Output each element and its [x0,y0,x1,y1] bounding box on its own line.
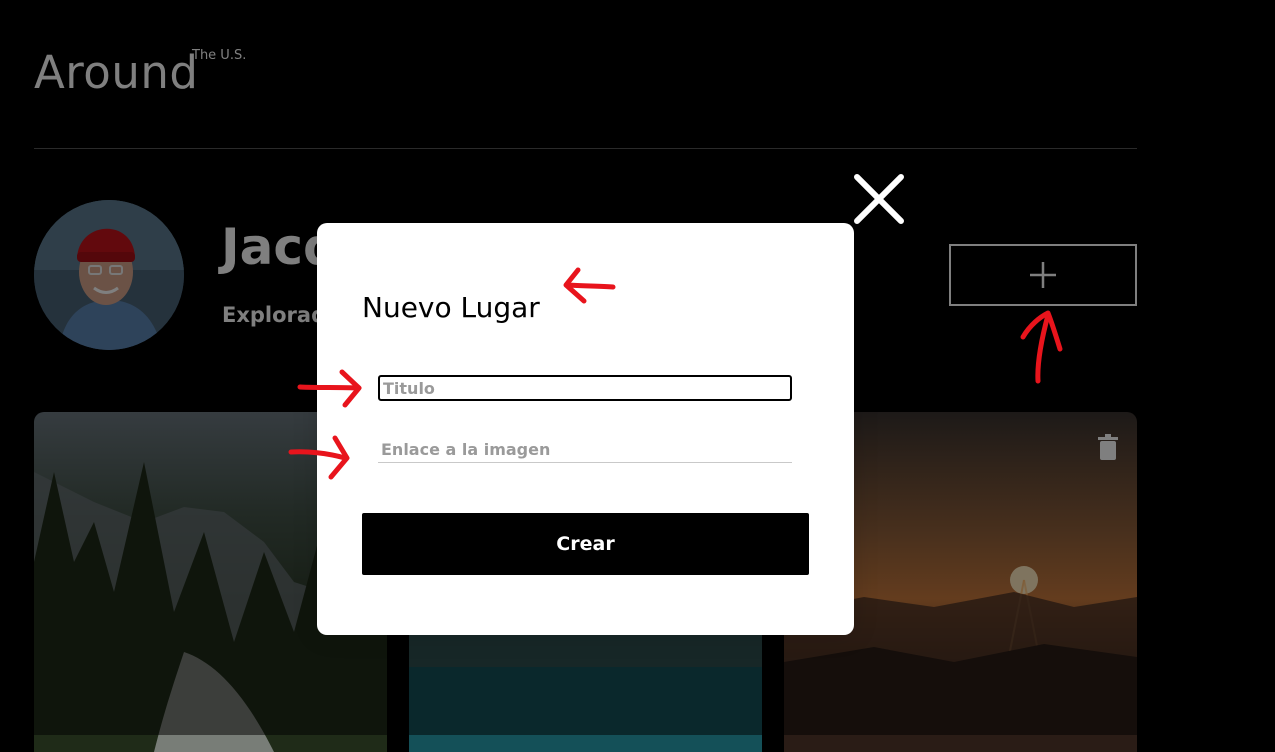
create-button[interactable]: Crear [362,513,809,575]
popup-title: Nuevo Lugar [362,291,540,325]
close-icon[interactable] [853,173,905,225]
image-link-input[interactable] [378,437,792,463]
new-place-popup: Nuevo Lugar Crear [317,223,854,635]
place-title-input[interactable] [378,375,792,401]
